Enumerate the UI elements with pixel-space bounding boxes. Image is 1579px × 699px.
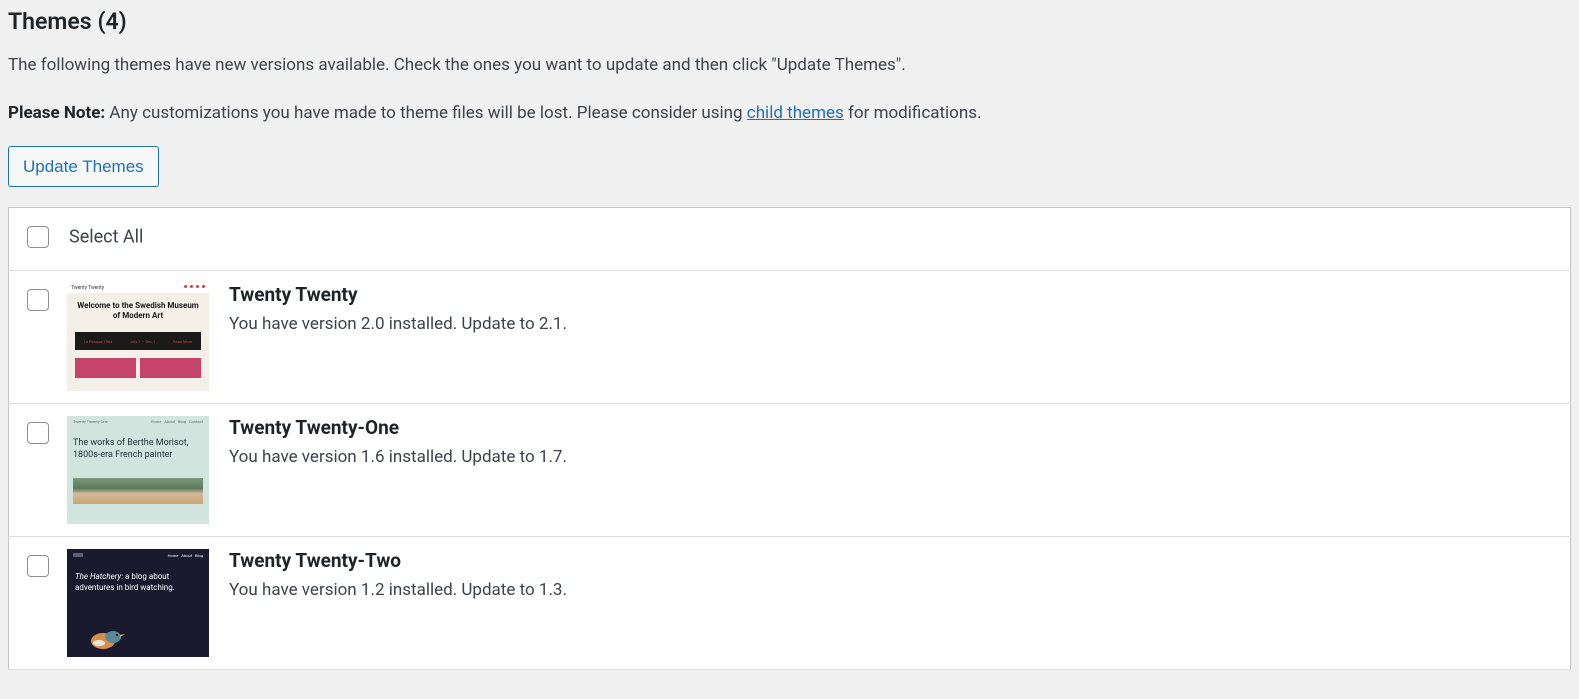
thumb-headline: The works of Berthe Morisot, 1800s-era F… bbox=[67, 428, 209, 471]
theme-version-text: You have version 1.2 installed. Update t… bbox=[229, 580, 1560, 600]
theme-thumbnail: Twenty Twenty-OneHome About Blog Contact… bbox=[67, 416, 209, 524]
note-part-1: Any customizations you have made to them… bbox=[105, 103, 747, 123]
theme-version-text: You have version 2.0 installed. Update t… bbox=[229, 314, 1560, 334]
select-all-row: Select All bbox=[9, 208, 1571, 271]
theme-thumbnail: Home About Blog The Hatchery: a blog abo… bbox=[67, 549, 209, 657]
theme-name: Twenty Twenty-One bbox=[229, 416, 1560, 439]
section-title: Themes (4) bbox=[8, 8, 1571, 35]
thumb-headline: The Hatchery: a blog about adventures in… bbox=[67, 561, 209, 599]
title-prefix: Themes bbox=[8, 8, 92, 35]
note-part-2: for modifications. bbox=[844, 103, 982, 123]
update-themes-button[interactable]: Update Themes bbox=[8, 146, 159, 187]
select-all-checkbox[interactable] bbox=[27, 226, 49, 248]
theme-checkbox[interactable] bbox=[27, 289, 49, 311]
theme-row: Twenty Twenty-OneHome About Blog Contact… bbox=[9, 404, 1571, 537]
note-text: Please Note: Any customizations you have… bbox=[8, 101, 1571, 127]
themes-update-header: Themes (4) The following themes have new… bbox=[8, 8, 1571, 207]
theme-name: Twenty Twenty-Two bbox=[229, 549, 1560, 572]
thumb-headline: Welcome to the Swedish Museum of Modern … bbox=[67, 293, 209, 328]
select-all-label: Select All bbox=[69, 226, 143, 247]
intro-text: The following themes have new versions a… bbox=[8, 53, 1571, 79]
bird-icon bbox=[85, 623, 135, 653]
themes-table: Select All Twenty Twenty Welcome to the … bbox=[8, 207, 1571, 670]
theme-row: Twenty Twenty Welcome to the Swedish Mus… bbox=[9, 271, 1571, 404]
theme-name: Twenty Twenty bbox=[229, 283, 1560, 306]
child-themes-link[interactable]: child themes bbox=[747, 103, 844, 123]
title-count: (4) bbox=[98, 8, 127, 35]
theme-checkbox[interactable] bbox=[27, 422, 49, 444]
theme-thumbnail: Twenty Twenty Welcome to the Swedish Mus… bbox=[67, 283, 209, 391]
theme-version-text: You have version 1.6 installed. Update t… bbox=[229, 447, 1560, 467]
theme-row: Home About Blog The Hatchery: a blog abo… bbox=[9, 537, 1571, 670]
theme-checkbox[interactable] bbox=[27, 555, 49, 577]
note-label: Please Note: bbox=[8, 103, 105, 123]
